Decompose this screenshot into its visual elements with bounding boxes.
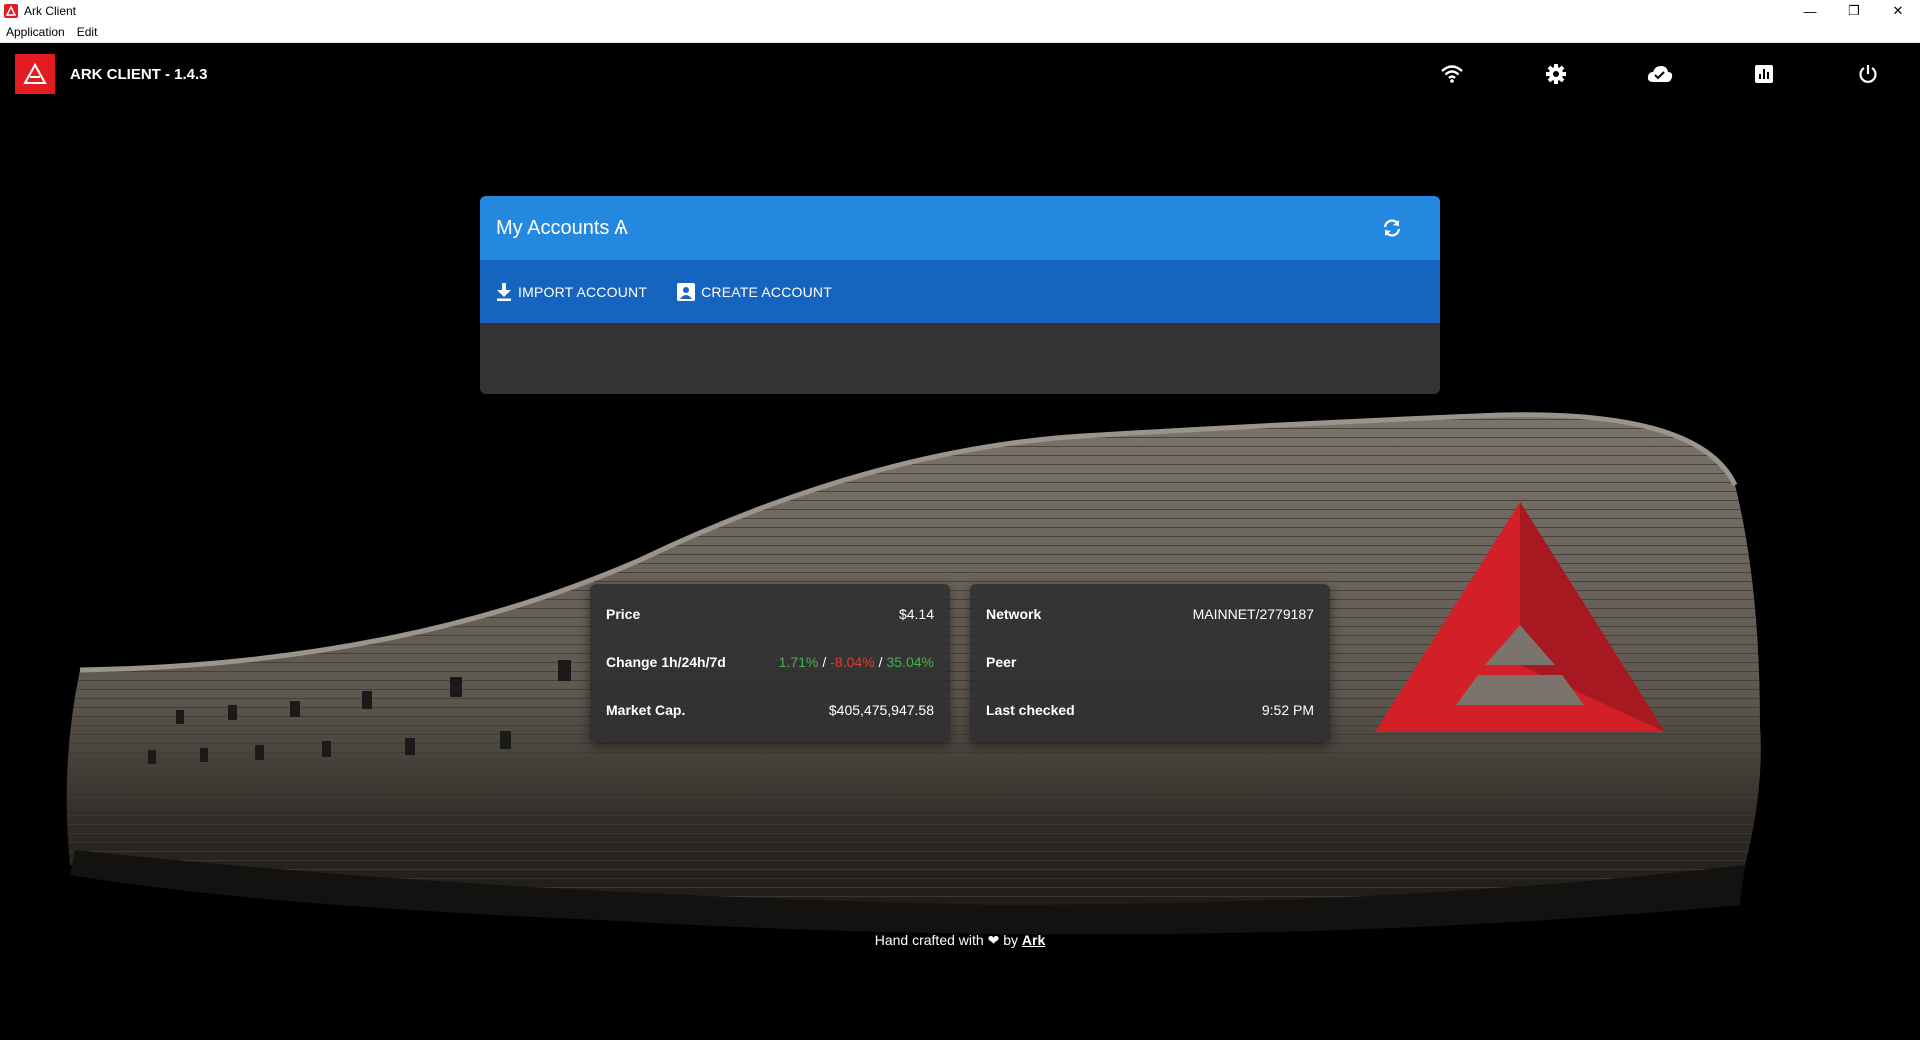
change-values: 1.71% / -8.04%/35.04% — [779, 654, 934, 670]
marketcap-value: $405,475,947.58 — [828, 702, 934, 718]
download-icon — [497, 282, 511, 301]
app-title: ARK CLIENT - 1.4.3 — [70, 65, 208, 83]
create-account-button[interactable]: CREATE ACCOUNT — [677, 282, 832, 301]
app-header: ARK CLIENT - 1.4.3 — [0, 43, 1920, 105]
last-checked-value: 9:52 PM — [1261, 702, 1314, 718]
network-label: Network — [986, 606, 1042, 622]
footer-text: Hand crafted with — [874, 932, 984, 948]
account-box-icon — [677, 282, 696, 301]
window-titlebar: Ark Client — ❐ ✕ — [0, 0, 1920, 22]
marketcap-row: Market Cap. $405,475,947.58 — [606, 686, 934, 734]
price-row: Price $4.14 — [606, 590, 934, 638]
menu-edit[interactable]: Edit — [71, 25, 104, 39]
restore-icon[interactable]: ❐ — [1832, 0, 1876, 22]
import-account-button[interactable]: IMPORT ACCOUNT — [496, 282, 648, 301]
ark-logo-icon — [4, 4, 18, 18]
peer-row: Peer — [986, 638, 1314, 686]
change-7d: 35.04% — [886, 654, 934, 670]
peer-label: Peer — [986, 654, 1017, 670]
close-icon[interactable]: ✕ — [1876, 0, 1920, 22]
ark-currency-symbol: Ѧ — [614, 216, 628, 239]
accounts-header: My Accounts Ѧ — [480, 196, 1440, 260]
change-separator: / — [878, 654, 883, 670]
wifi-icon[interactable] — [1400, 43, 1504, 105]
chart-icon[interactable] — [1712, 43, 1816, 105]
power-icon[interactable] — [1816, 43, 1920, 105]
network-row: Network MAINNET/2779187 — [986, 590, 1314, 638]
accounts-title: My Accounts — [496, 216, 610, 239]
last-checked-label: Last checked — [986, 702, 1075, 718]
network-info-card: Network MAINNET/2779187 Peer Last checke… — [970, 584, 1330, 742]
change-1h: 1.71% — [778, 654, 819, 670]
ark-logo-icon[interactable] — [15, 54, 55, 94]
footer-by: by — [1003, 932, 1018, 948]
change-24h: -8.04% — [830, 654, 875, 670]
last-checked-row: Last checked 9:52 PM — [986, 686, 1314, 734]
price-value: $4.14 — [898, 606, 934, 622]
import-account-label: IMPORT ACCOUNT — [518, 283, 648, 300]
market-info-card: Price $4.14 Change 1h/24h/7d 1.71% / -8.04… — [590, 584, 950, 742]
change-label: Change 1h/24h/7d — [606, 654, 726, 670]
create-account-label: CREATE ACCOUNT — [701, 283, 832, 300]
window-title: Ark Client — [24, 4, 77, 18]
heart-icon: ❤ — [987, 932, 1000, 948]
accounts-toolbar: IMPORT ACCOUNT CREATE ACCOUNT — [480, 260, 1440, 323]
menu-bar: Application Edit — [0, 22, 1920, 43]
change-separator: / — [822, 654, 827, 670]
menu-application[interactable]: Application — [0, 25, 71, 39]
footer: Hand crafted with ❤ by Ark — [0, 932, 1920, 949]
marketcap-label: Market Cap. — [606, 702, 686, 718]
cloud-done-icon[interactable] — [1608, 43, 1712, 105]
minimize-icon[interactable]: — — [1788, 0, 1832, 22]
refresh-icon[interactable] — [1380, 216, 1404, 240]
change-row: Change 1h/24h/7d 1.71% / -8.04%/35.04% — [606, 638, 934, 686]
price-label: Price — [606, 606, 641, 622]
accounts-card: My Accounts Ѧ IMPORT ACCOUNT CREATE ACCO… — [480, 196, 1440, 394]
gear-icon[interactable] — [1504, 43, 1608, 105]
network-value: MAINNET/2779187 — [1192, 606, 1314, 622]
ark-link[interactable]: Ark — [1022, 932, 1045, 948]
